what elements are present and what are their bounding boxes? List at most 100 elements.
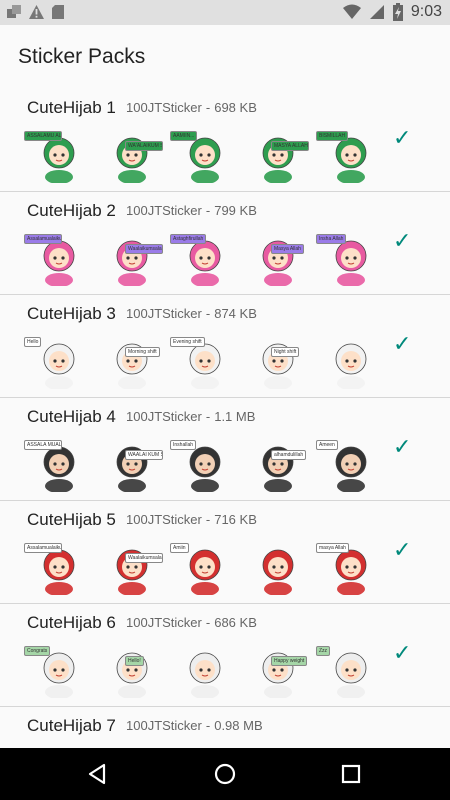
sd-card-icon bbox=[52, 5, 64, 19]
pack-publisher: 100JTSticker bbox=[126, 409, 202, 424]
app-bar: Sticker Packs bbox=[0, 25, 450, 89]
sticker-caption: Morning shift bbox=[125, 347, 160, 357]
sticker-thumbnail: Astaghfirullah bbox=[168, 230, 241, 288]
meta-separator: - bbox=[205, 306, 211, 321]
signal-icon bbox=[369, 5, 384, 19]
sticker-thumbnail: AAMIIN... bbox=[168, 127, 241, 185]
meta-separator: - bbox=[205, 512, 211, 527]
sticker-pack-row[interactable]: CuteHijab 6 100JTSticker -686 KB Congrats He… bbox=[0, 604, 450, 707]
sticker-thumbnail: WAALAI KUM SALAM bbox=[95, 436, 168, 494]
sticker-thumbnail: Waalaikumsalam bbox=[95, 539, 168, 597]
sticker-caption: WA'ALAIKUM SALAM bbox=[125, 141, 163, 151]
sticker-caption: Astaghfirullah bbox=[170, 234, 207, 244]
pack-size: 799 KB bbox=[214, 203, 257, 218]
sticker-caption: Assalamualaikum bbox=[24, 234, 62, 244]
pack-name: CuteHijab 4 bbox=[27, 407, 116, 426]
sticker-pack-row[interactable]: CuteHijab 4 100JTSticker -1.1 MB ASSALA MUA… bbox=[0, 398, 450, 501]
sticker-thumbnail: WA'ALAIKUM SALAM bbox=[95, 127, 168, 185]
sticker-caption: Waalaikumsalam bbox=[125, 553, 163, 563]
meta-separator: - bbox=[205, 203, 211, 218]
sticker-thumbnail: Assalamualaikum bbox=[22, 539, 95, 597]
pack-size: 698 KB bbox=[214, 100, 257, 115]
hijab-girl-sticker-icon bbox=[262, 343, 293, 389]
sticker-caption: masya Allah bbox=[316, 543, 349, 553]
pack-size: 874 KB bbox=[214, 306, 257, 321]
sticker-thumbnail: masya Allah bbox=[314, 539, 387, 597]
hijab-girl-sticker-icon bbox=[116, 343, 147, 389]
pack-publisher: 100JTSticker bbox=[126, 718, 202, 733]
hijab-girl-sticker-icon bbox=[189, 652, 220, 698]
home-icon[interactable] bbox=[211, 760, 239, 788]
pack-publisher: 100JTSticker bbox=[126, 512, 202, 527]
wifi-icon bbox=[342, 4, 361, 19]
sticker-thumbnail bbox=[314, 333, 387, 391]
pack-meta: 100JTSticker -698 KB bbox=[126, 100, 257, 115]
back-icon[interactable] bbox=[84, 760, 112, 788]
sticker-thumbnail: alhamdulillah bbox=[241, 436, 314, 494]
sticker-thumbnail: Happy weight bbox=[241, 642, 314, 700]
sticker-caption: Happy weight bbox=[271, 656, 308, 666]
sticker-caption: ASSALA MUALAI KUM bbox=[24, 440, 62, 450]
sticker-pack-list[interactable]: CuteHijab 1 100JTSticker -698 KB ASSALAMU A… bbox=[0, 89, 450, 748]
installed-check-icon: ✓ bbox=[393, 434, 412, 459]
sticker-preview-strip: Hello Morning shift Evening shift Night shi… bbox=[22, 333, 387, 391]
sticker-preview-strip: ASSALAMU ALAIKUM WA'ALAIKUM SALAM AAMIIN..… bbox=[22, 127, 387, 185]
sticker-caption: Night shift bbox=[271, 347, 300, 357]
meta-separator: - bbox=[205, 615, 211, 630]
sticker-thumbnail: Amiin bbox=[168, 539, 241, 597]
sticker-preview-strip: ASSALA MUALAI KUM WAALAI KUM SALAM Inshall… bbox=[22, 436, 387, 494]
sticker-thumbnail: ASSALA MUALAI KUM bbox=[22, 436, 95, 494]
status-right: 9:03 bbox=[342, 3, 442, 21]
hijab-girl-sticker-icon bbox=[262, 652, 293, 698]
hijab-girl-sticker-icon bbox=[262, 240, 293, 286]
pack-meta: 100JTSticker -686 KB bbox=[126, 615, 257, 630]
pack-size: 716 KB bbox=[214, 512, 257, 527]
sticker-caption: Masya Allah bbox=[271, 244, 304, 254]
sticker-pack-row[interactable]: CuteHijab 7 100JTSticker -0.98 MB bbox=[0, 707, 450, 748]
hijab-girl-sticker-icon bbox=[262, 549, 293, 595]
sticker-caption: AAMIIN... bbox=[170, 131, 198, 141]
hijab-girl-sticker-icon bbox=[335, 343, 366, 389]
sticker-thumbnail: Hello! bbox=[95, 642, 168, 700]
sticker-caption: WAALAI KUM SALAM bbox=[125, 450, 163, 460]
sticker-thumbnail bbox=[168, 642, 241, 700]
pack-name: CuteHijab 3 bbox=[27, 304, 116, 323]
sticker-thumbnail: Insha Allah bbox=[314, 230, 387, 288]
status-bar: 9:03 bbox=[0, 0, 450, 25]
sticker-caption: Hello bbox=[24, 337, 42, 347]
pack-publisher: 100JTSticker bbox=[126, 615, 202, 630]
installed-check-icon: ✓ bbox=[393, 228, 412, 253]
sticker-preview-strip: Congrats Hello! Happy weight Zzz bbox=[22, 642, 387, 700]
sticker-thumbnail bbox=[241, 539, 314, 597]
pack-size: 1.1 MB bbox=[214, 409, 256, 424]
sticker-caption: Waalaikumsalam bbox=[125, 244, 163, 254]
sticker-caption: Amiin bbox=[170, 543, 189, 553]
status-left-icons bbox=[6, 4, 65, 20]
installed-check-icon: ✓ bbox=[393, 537, 412, 562]
sticker-caption: Inshallah bbox=[170, 440, 197, 450]
meta-separator: - bbox=[205, 409, 211, 424]
sticker-pack-row[interactable]: CuteHijab 5 100JTSticker -716 KB Assalamual… bbox=[0, 501, 450, 604]
sticker-pack-row[interactable]: CuteHijab 3 100JTSticker -874 KB Hello Morni… bbox=[0, 295, 450, 398]
meta-separator: - bbox=[205, 718, 211, 733]
sticker-thumbnail: Zzz bbox=[314, 642, 387, 700]
hijab-girl-sticker-icon bbox=[262, 137, 293, 183]
pack-name: CuteHijab 2 bbox=[27, 201, 116, 220]
sticker-caption: Hello! bbox=[125, 656, 144, 666]
sticker-caption: BISMILLAH bbox=[316, 131, 349, 141]
sticker-thumbnail: ASSALAMU ALAIKUM bbox=[22, 127, 95, 185]
recents-icon[interactable] bbox=[337, 760, 365, 788]
sticker-thumbnail: Congrats bbox=[22, 642, 95, 700]
hijab-girl-sticker-icon bbox=[116, 549, 147, 595]
navigation-bar bbox=[0, 748, 450, 800]
status-time: 9:03 bbox=[410, 3, 442, 20]
meta-separator: - bbox=[205, 100, 211, 115]
pack-meta: 100JTSticker -874 KB bbox=[126, 306, 257, 321]
sticker-preview-strip: Assalamualaikum Waalaikumsalam Astaghfirul… bbox=[22, 230, 387, 288]
sticker-pack-row[interactable]: CuteHijab 2 100JTSticker -799 KB Assalamual… bbox=[0, 192, 450, 295]
sticker-caption: alhamdulillah bbox=[271, 450, 307, 460]
sticker-thumbnail: Waalaikumsalam bbox=[95, 230, 168, 288]
sticker-thumbnail: Morning shift bbox=[95, 333, 168, 391]
pack-size: 0.98 MB bbox=[214, 718, 263, 733]
sticker-pack-row[interactable]: CuteHijab 1 100JTSticker -698 KB ASSALAMU A… bbox=[0, 89, 450, 192]
